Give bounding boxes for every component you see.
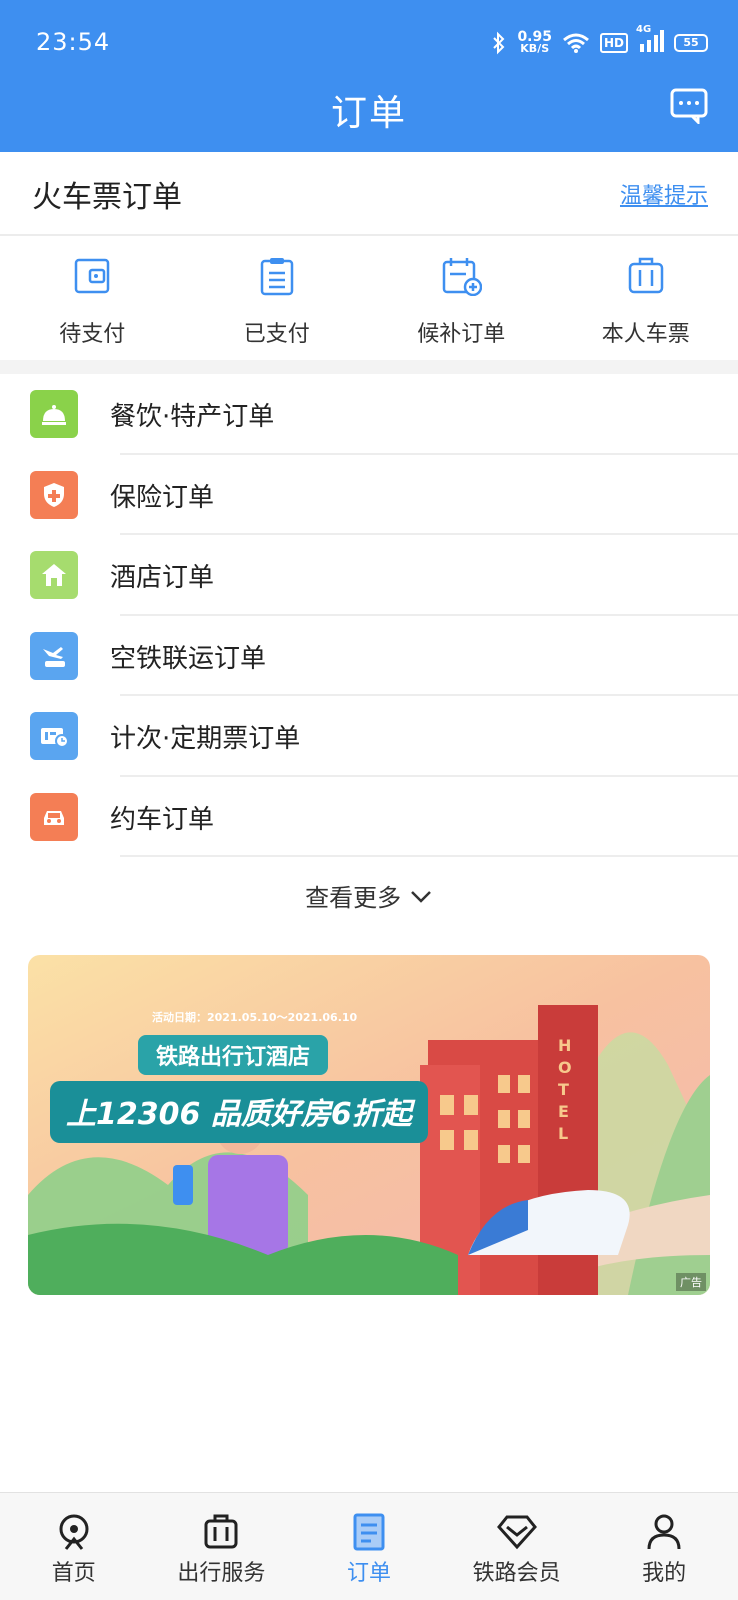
ad-tag: 广告 [676, 1273, 706, 1291]
chevron-down-icon [410, 890, 431, 903]
hotel-promo-banner[interactable]: 活动日期：2021.05.10～2021.06.10 铁路出行订酒店 上1230… [28, 955, 710, 1295]
battery-indicator: 55 [674, 34, 708, 52]
order-doc-icon [353, 1513, 385, 1551]
message-icon[interactable] [670, 88, 708, 124]
hotel-icon [30, 551, 78, 599]
wifi-icon [563, 33, 589, 53]
hd-badge: HD [599, 33, 628, 53]
wallet-icon [75, 258, 110, 294]
list-item-pass-orders[interactable]: 计次·定期票订单 [0, 696, 738, 777]
tab-label: 订单 [346, 1561, 391, 1586]
banner-subtitle: 铁路出行订酒店 [138, 1035, 329, 1075]
tab-mine[interactable]: 我的 [590, 1493, 738, 1600]
list-item-air-rail-orders[interactable]: 空铁联运订单 [0, 616, 738, 696]
waitlist-orders-button[interactable]: 候补订单 [369, 238, 554, 360]
tab-home[interactable]: 首页 [0, 1493, 148, 1600]
page-title: 订单 [330, 93, 407, 134]
my-tickets-button[interactable]: 本人车票 [554, 238, 738, 360]
quick-action-label: 本人车票 [601, 322, 690, 347]
train-orders-header: 火车票订单 温馨提示 [0, 152, 738, 236]
quick-action-label: 待支付 [59, 322, 126, 347]
home-rail-icon [59, 1514, 89, 1550]
tab-travel-services[interactable]: 出行服务 [148, 1493, 296, 1600]
banner-headline: 上12306 品质好房6折起 [50, 1081, 428, 1143]
list-item-label: 保险订单 [110, 482, 215, 513]
suitcase-icon [628, 257, 663, 294]
ticket-icon [30, 712, 78, 760]
car-icon [30, 792, 78, 841]
shield-icon [30, 470, 78, 519]
luggage-icon [204, 1514, 238, 1549]
network-speed: 0.95 KB/S [517, 29, 552, 55]
list-item-label: 空铁联运订单 [110, 643, 267, 674]
signal-icon: 4G [636, 24, 664, 56]
plane-train-icon [30, 631, 78, 680]
other-orders-list: 餐饮·特产订单 保险订单 酒店订单 空铁联运订单 计次·定期票订单 约车订单 [0, 374, 738, 857]
list-item-car-orders[interactable]: 约车订单 [0, 777, 738, 857]
bottom-tab-bar: 首页 出行服务 订单 铁路会员 我的 [0, 1492, 738, 1600]
bluetooth-icon [493, 31, 505, 55]
list-item-label: 计次·定期票订单 [110, 724, 301, 754]
tab-label: 首页 [51, 1561, 96, 1586]
list-item-label: 酒店订单 [110, 563, 215, 593]
diamond-icon [496, 1515, 537, 1550]
list-item-insurance-orders[interactable]: 保险订单 [0, 455, 738, 535]
app-header: 23:54 0.95 KB/S HD 4G 55 订单 [0, 0, 738, 152]
section-title: 火车票订单 [32, 180, 182, 215]
list-item-food-orders[interactable]: 餐饮·特产订单 [0, 374, 738, 455]
tips-link[interactable]: 温馨提示 [620, 178, 708, 210]
tab-rail-member[interactable]: 铁路会员 [443, 1493, 591, 1600]
tab-orders[interactable]: 订单 [295, 1493, 443, 1600]
status-icons: 0.95 KB/S HD 4G 55 [491, 24, 708, 56]
quick-action-label: 候补订单 [417, 322, 506, 347]
clipboard-icon [260, 258, 293, 296]
calendar-add-icon [443, 258, 483, 296]
divider [120, 855, 738, 857]
view-more-button[interactable]: 查看更多 [0, 878, 738, 913]
food-bell-icon [30, 390, 78, 438]
paid-button[interactable]: 已支付 [185, 238, 370, 360]
list-item-label: 餐饮·特产订单 [110, 402, 275, 432]
view-more-label: 查看更多 [305, 884, 402, 912]
user-icon [647, 1514, 681, 1550]
banner-date: 活动日期：2021.05.10～2021.06.10 [152, 1011, 358, 1024]
list-item-hotel-orders[interactable]: 酒店订单 [0, 535, 738, 616]
pending-payment-button[interactable]: 待支付 [0, 238, 185, 360]
quick-action-label: 已支付 [243, 322, 310, 347]
tab-label: 铁路会员 [472, 1561, 561, 1586]
hotel-sign: HOTEL [558, 1036, 572, 1143]
section-divider [0, 360, 738, 374]
status-time: 23:54 [36, 28, 111, 56]
tab-label: 出行服务 [177, 1561, 266, 1586]
tab-label: 我的 [642, 1561, 687, 1586]
order-status-row: 待支付 已支付 候补订单 本人车票 [0, 238, 738, 360]
list-item-label: 约车订单 [110, 804, 215, 835]
